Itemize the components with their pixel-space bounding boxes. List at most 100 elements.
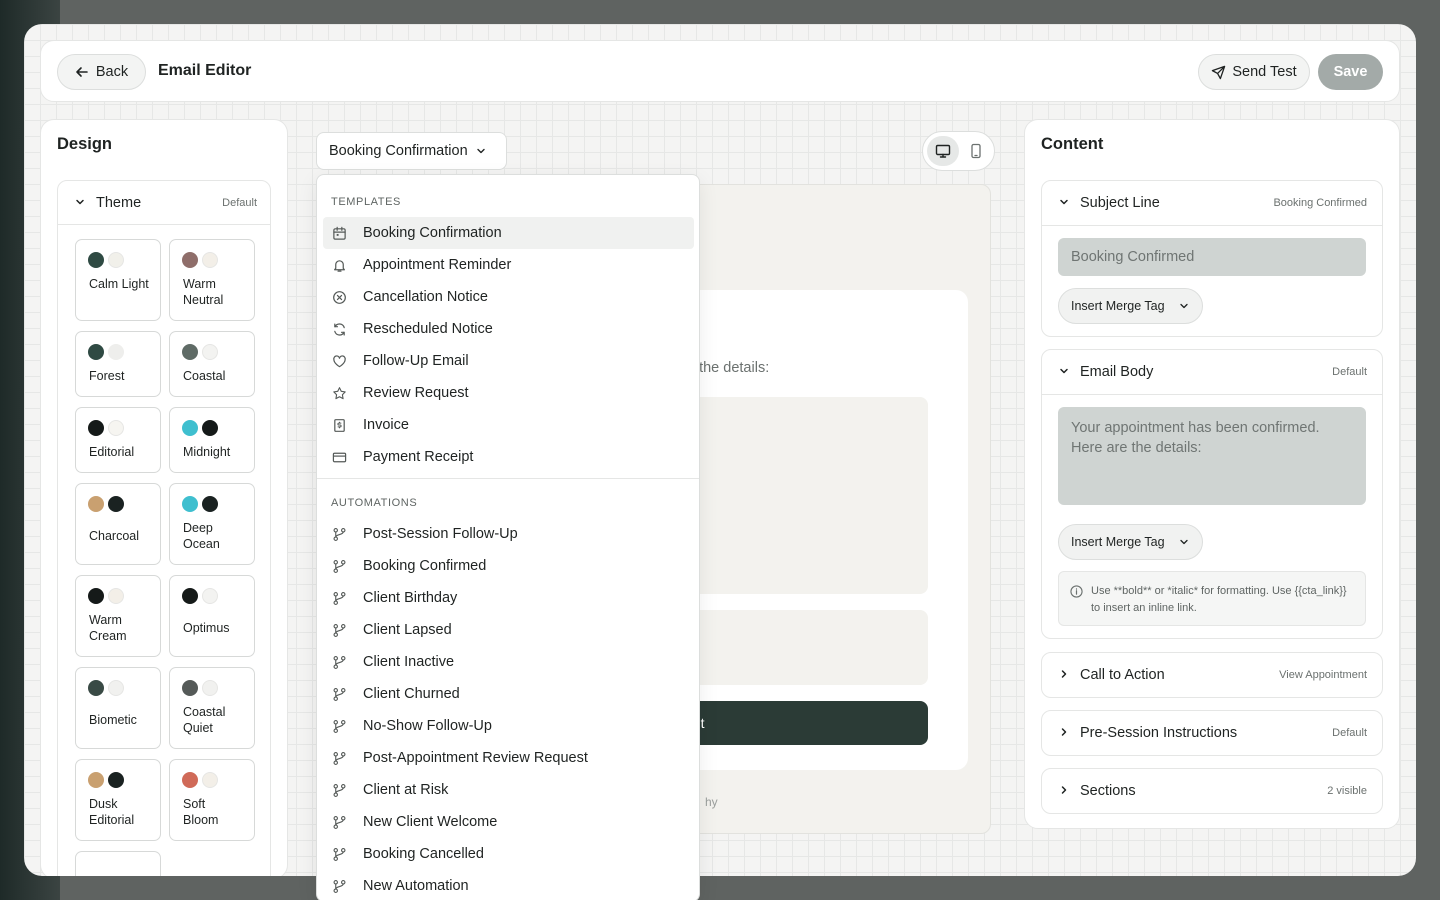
- save-button[interactable]: Save: [1318, 54, 1383, 90]
- dropdown-option[interactable]: Client Churned: [323, 678, 694, 710]
- dropdown-option[interactable]: Review Request: [323, 377, 694, 409]
- theme-option[interactable]: Dusk Editorial: [75, 759, 161, 841]
- dropdown-option[interactable]: Booking Cancelled: [323, 838, 694, 870]
- theme-option-name: Forest: [89, 369, 125, 383]
- theme-option[interactable]: Charcoal: [75, 483, 161, 565]
- email-preview-instructions-block: [665, 610, 928, 685]
- theme-swatches: [182, 252, 218, 268]
- theme-option[interactable]: Forest: [75, 331, 161, 397]
- dropdown-option[interactable]: Booking Confirmation: [323, 217, 694, 249]
- dropdown-option[interactable]: Booking Confirmed: [323, 550, 694, 582]
- sections-section[interactable]: Sections 2 visible: [1041, 768, 1383, 814]
- subject-line-section: Subject Line Booking Confirmed Booking C…: [1041, 180, 1383, 337]
- arrow-left-icon: [75, 65, 89, 79]
- divider: [317, 478, 699, 479]
- dropdown-option[interactable]: New Client Welcome: [323, 806, 694, 838]
- pre-session-section[interactable]: Pre-Session Instructions Default: [1041, 710, 1383, 756]
- chevron-right-icon: [1059, 785, 1069, 795]
- content-panel: Content Subject Line Booking Confirmed B…: [1024, 119, 1400, 829]
- theme-option[interactable]: Warm Neutral: [169, 239, 255, 321]
- dropdown-option[interactable]: Client at Risk: [323, 774, 694, 806]
- dropdown-option[interactable]: Payment Receipt: [323, 441, 694, 473]
- subject-merge-tag-button[interactable]: Insert Merge Tag: [1058, 288, 1203, 324]
- dropdown-option[interactable]: Post-Appointment Review Request: [323, 742, 694, 774]
- chevron-right-icon: [1059, 727, 1069, 737]
- sections-header[interactable]: Sections 2 visible: [1042, 769, 1382, 813]
- email-preview-card: e the details: ent: [665, 290, 968, 770]
- calendar-icon: [331, 225, 347, 241]
- theme-option-name: Optimus: [183, 621, 230, 635]
- theme-section-header[interactable]: Theme Default: [58, 181, 270, 225]
- send-test-button[interactable]: Send Test: [1198, 54, 1310, 90]
- dropdown-option[interactable]: Invoice: [323, 409, 694, 441]
- color-swatch: [108, 344, 124, 360]
- theme-option[interactable]: Soft Bloom: [169, 759, 255, 841]
- dropdown-option[interactable]: Client Lapsed: [323, 614, 694, 646]
- dropdown-option-label: Client Birthday: [363, 590, 458, 606]
- dropdown-option[interactable]: Client Birthday: [323, 582, 694, 614]
- chevron-down-icon: [1059, 197, 1069, 207]
- dropdown-option[interactable]: Post-Session Follow-Up: [323, 518, 694, 550]
- page-title: Email Editor: [158, 62, 252, 79]
- color-swatch: [182, 344, 198, 360]
- back-button[interactable]: Back: [57, 54, 146, 90]
- pre-session-label: Pre-Session Instructions: [1080, 725, 1238, 741]
- theme-option-name: Editorial: [89, 445, 135, 459]
- pre-session-meta: Default: [1332, 727, 1367, 739]
- theme-option[interactable]: Calm Light: [75, 239, 161, 321]
- email-body-header[interactable]: Email Body Default: [1042, 350, 1382, 394]
- email-preview-cta-button: ent: [665, 701, 928, 745]
- color-swatch: [182, 772, 198, 788]
- dropdown-option-label: New Client Welcome: [363, 814, 498, 830]
- dropdown-option-label: Booking Cancelled: [363, 846, 484, 862]
- theme-option[interactable]: Editorial: [75, 407, 161, 473]
- theme-swatches: [88, 344, 124, 360]
- theme-option-name: Warm Neutral: [183, 277, 224, 307]
- info-icon: [1070, 585, 1083, 598]
- theme-swatches: [88, 420, 124, 436]
- dropdown-option[interactable]: Follow-Up Email: [323, 345, 694, 377]
- color-swatch: [88, 772, 104, 788]
- mobile-view-button[interactable]: [961, 136, 991, 166]
- app-window: Back Email Editor Send Test Save Design …: [24, 24, 1416, 876]
- body-merge-tag-button[interactable]: Insert Merge Tag: [1058, 524, 1203, 560]
- color-swatch: [182, 496, 198, 512]
- workflow-icon: [331, 814, 347, 830]
- theme-option[interactable]: Warm Cream: [75, 575, 161, 657]
- merge-tag-label: Insert Merge Tag: [1071, 299, 1165, 313]
- theme-option-partial[interactable]: [75, 851, 161, 876]
- sections-meta: 2 visible: [1327, 785, 1367, 797]
- pre-session-header[interactable]: Pre-Session Instructions Default: [1042, 711, 1382, 755]
- dropdown-option[interactable]: New Automation: [323, 870, 694, 900]
- theme-option[interactable]: Coastal Quiet: [169, 667, 255, 749]
- color-swatch: [182, 420, 198, 436]
- dropdown-option[interactable]: Appointment Reminder: [323, 249, 694, 281]
- template-select[interactable]: Booking Confirmation: [316, 132, 507, 170]
- email-body-textarea[interactable]: Your appointment has been confirmed. Her…: [1058, 407, 1366, 505]
- theme-option[interactable]: Biometic: [75, 667, 161, 749]
- design-panel: Design Theme Default Calm Light Warm Neut…: [40, 119, 288, 876]
- dropdown-option-label: Review Request: [363, 385, 469, 401]
- subject-line-header[interactable]: Subject Line Booking Confirmed: [1042, 181, 1382, 225]
- theme-option[interactable]: Deep Ocean: [169, 483, 255, 565]
- desktop-view-button[interactable]: [927, 136, 959, 166]
- theme-option[interactable]: Optimus: [169, 575, 255, 657]
- dropdown-option-label: Post-Appointment Review Request: [363, 750, 588, 766]
- color-swatch: [88, 344, 104, 360]
- theme-option[interactable]: Midnight: [169, 407, 255, 473]
- merge-tag-label: Insert Merge Tag: [1071, 535, 1165, 549]
- subject-input[interactable]: Booking Confirmed: [1058, 238, 1366, 276]
- chevron-right-icon: [1059, 669, 1069, 679]
- theme-swatches: [182, 772, 218, 788]
- subject-line-label: Subject Line: [1080, 195, 1160, 211]
- dropdown-option[interactable]: No-Show Follow-Up: [323, 710, 694, 742]
- dropdown-option[interactable]: Rescheduled Notice: [323, 313, 694, 345]
- workflow-icon: [331, 750, 347, 766]
- dropdown-option[interactable]: Client Inactive: [323, 646, 694, 678]
- theme-option[interactable]: Coastal: [169, 331, 255, 397]
- call-to-action-header[interactable]: Call to Action View Appointment: [1042, 653, 1382, 697]
- call-to-action-section[interactable]: Call to Action View Appointment: [1041, 652, 1383, 698]
- theme-option-name: Soft Bloom: [183, 797, 219, 827]
- dropdown-option-label: Client Lapsed: [363, 622, 452, 638]
- dropdown-option[interactable]: Cancellation Notice: [323, 281, 694, 313]
